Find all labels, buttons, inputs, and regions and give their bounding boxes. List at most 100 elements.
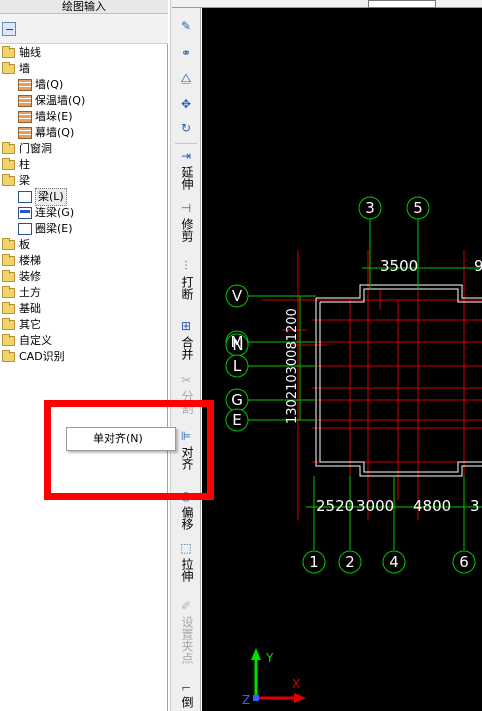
tree-folder-custom[interactable]: 自定义 (2, 333, 52, 349)
tree-label: CAD识别 (19, 350, 65, 363)
extend-icon[interactable]: ⇥ (178, 148, 194, 164)
folder-icon (2, 286, 15, 298)
tree-item-wall-pier[interactable]: 墙垛(E) (18, 109, 73, 125)
folder-icon (2, 254, 15, 266)
highlight-annotation (44, 400, 214, 500)
tree-label: 墙垛(E) (35, 110, 73, 123)
stretch-icon[interactable]: ⬚ (178, 540, 194, 556)
panel-title: 绘图输入 (0, 0, 168, 14)
building-outline (315, 284, 482, 477)
tree-item-curtain-wall[interactable]: 幕墙(Q) (18, 125, 74, 141)
tree-folder-earthwork[interactable]: 土方 (2, 285, 41, 301)
tree-label: 轴线 (19, 46, 41, 59)
axis-label-left: N (232, 336, 243, 354)
axis-label-bottom: 4 (389, 553, 399, 571)
tree-folder-wall[interactable]: 墙 (2, 61, 30, 77)
tree-label: 墙(Q) (35, 78, 64, 91)
tree-folder-beam[interactable]: 梁 (2, 173, 30, 189)
folder-icon (2, 62, 15, 74)
break-icon[interactable]: ⫶ (178, 258, 194, 274)
top-input-box[interactable] (368, 0, 436, 8)
folder-icon (2, 46, 15, 58)
offset-button[interactable]: 偏移 (179, 506, 195, 530)
mirror-icon[interactable]: ⧋ (178, 70, 194, 86)
axis-label-top: 3 (365, 199, 375, 217)
tree-label: 圈梁(E) (35, 222, 73, 235)
grip-icon: ✐ (180, 599, 192, 613)
axis-label-left: L (233, 357, 242, 375)
dimension-text: 4800 (413, 497, 451, 515)
insulation-wall-icon (18, 95, 32, 107)
tree-folder-axis[interactable]: 轴线 (2, 45, 41, 61)
ring-beam-icon (18, 223, 32, 235)
break-button[interactable]: 打断 (179, 276, 195, 300)
folder-icon (2, 302, 15, 314)
wall-icon (18, 79, 32, 91)
split-icon: ✂ (180, 373, 192, 387)
stretch-button[interactable]: 拉伸 (179, 558, 195, 582)
ucs-z-label: Z (242, 693, 250, 707)
tree-folder-other[interactable]: 其它 (2, 317, 41, 333)
tree-folder-foundation[interactable]: 基础 (2, 301, 41, 317)
tree-label: 梁 (19, 174, 30, 187)
drawing-canvas[interactable]: 3 5 V M N L G E 1 2 4 6 3500 9 2520 3000… (202, 0, 482, 711)
axis-label-bottom: 6 (459, 553, 469, 571)
tree-label: 墙 (19, 62, 30, 75)
component-tree-panel: 绘图输入 轴线 墙 墙(Q) 保温墙(Q) 墙垛(E) 幕墙(Q) 门窗洞 柱 … (0, 0, 168, 711)
trim-icon[interactable]: ⊣ (178, 200, 194, 216)
rotate-icon[interactable]: ↻ (178, 120, 194, 136)
pencil-icon[interactable]: ✎ (178, 18, 194, 34)
tree-folder-slab[interactable]: 板 (2, 237, 30, 253)
panel-toolbar (0, 14, 168, 44)
tree-folder-column[interactable]: 柱 (2, 157, 30, 173)
tree-folder-stairs[interactable]: 楼梯 (2, 253, 41, 269)
canvas-top-bar (172, 0, 482, 8)
dimension-text: 3 (470, 497, 480, 515)
chamfer-button[interactable]: 倒 (179, 696, 195, 708)
axis-label-bottom: 1 (309, 553, 319, 571)
move-icon[interactable]: ✥ (178, 96, 194, 112)
folder-icon (2, 142, 15, 154)
tree-item-coupling-beam[interactable]: 连梁(G) (18, 205, 74, 221)
dimension-text: 9 (474, 257, 482, 275)
canvas-drawing: 3 5 V M N L G E 1 2 4 6 3500 9 2520 3000… (225, 196, 482, 707)
tree-label: 板 (19, 238, 30, 251)
tree-item-ring-beam[interactable]: 圈梁(E) (18, 221, 73, 237)
tree-folder-cad-recognition[interactable]: CAD识别 (2, 349, 65, 365)
set-grip-button: 设置夹点 (180, 616, 194, 664)
tree-label: 楼梯 (19, 254, 41, 267)
vertical-dimension-text: 13021030081200 (285, 308, 300, 424)
collapse-all-button[interactable] (2, 22, 16, 36)
beam-icon (18, 191, 32, 203)
tree-folder-door-window[interactable]: 门窗洞 (2, 141, 52, 157)
chamfer-icon[interactable]: ⌐ (178, 680, 194, 696)
tree-item-beam[interactable]: 梁(L) (18, 188, 67, 206)
axis-label-top: 5 (413, 199, 423, 217)
dimension-text: 3500 (380, 257, 418, 275)
tree-label: 连梁(G) (35, 206, 75, 219)
tree-label: 门窗洞 (19, 142, 52, 155)
merge-icon[interactable]: ⊞ (178, 318, 194, 334)
tree-folder-decoration[interactable]: 装修 (2, 269, 41, 285)
axis-label-left: G (231, 391, 243, 409)
tree-label: 其它 (19, 318, 41, 331)
dimension-text: 3000 (356, 497, 394, 515)
folder-icon (2, 334, 15, 346)
coupling-beam-icon (18, 207, 32, 219)
axis-label-left: V (232, 287, 243, 305)
tree-item-wall[interactable]: 墙(Q) (18, 77, 63, 93)
folder-icon (2, 318, 15, 330)
tree-item-insulation-wall[interactable]: 保温墙(Q) (18, 93, 85, 109)
folder-icon (2, 270, 15, 282)
merge-button[interactable]: 合并 (179, 336, 195, 360)
tree-label: 装修 (19, 270, 41, 283)
extend-button[interactable]: 延伸 (179, 166, 195, 190)
folder-icon (2, 158, 15, 170)
tree-label: 柱 (19, 158, 30, 171)
modify-toolbar: ✎ ⚭ ⧋ ✥ ↻ ⇥ 延伸 ⊣ 修剪 ⫶ 打断 ⊞ 合并 ✂ 分割 ⊫ 对齐 … (170, 0, 201, 711)
copy-icon[interactable]: ⚭ (178, 45, 194, 61)
toolbar-separator (175, 143, 197, 144)
ucs-y-label: Y (265, 651, 274, 665)
trim-button[interactable]: 修剪 (179, 218, 195, 242)
tree-label: 土方 (19, 286, 41, 299)
